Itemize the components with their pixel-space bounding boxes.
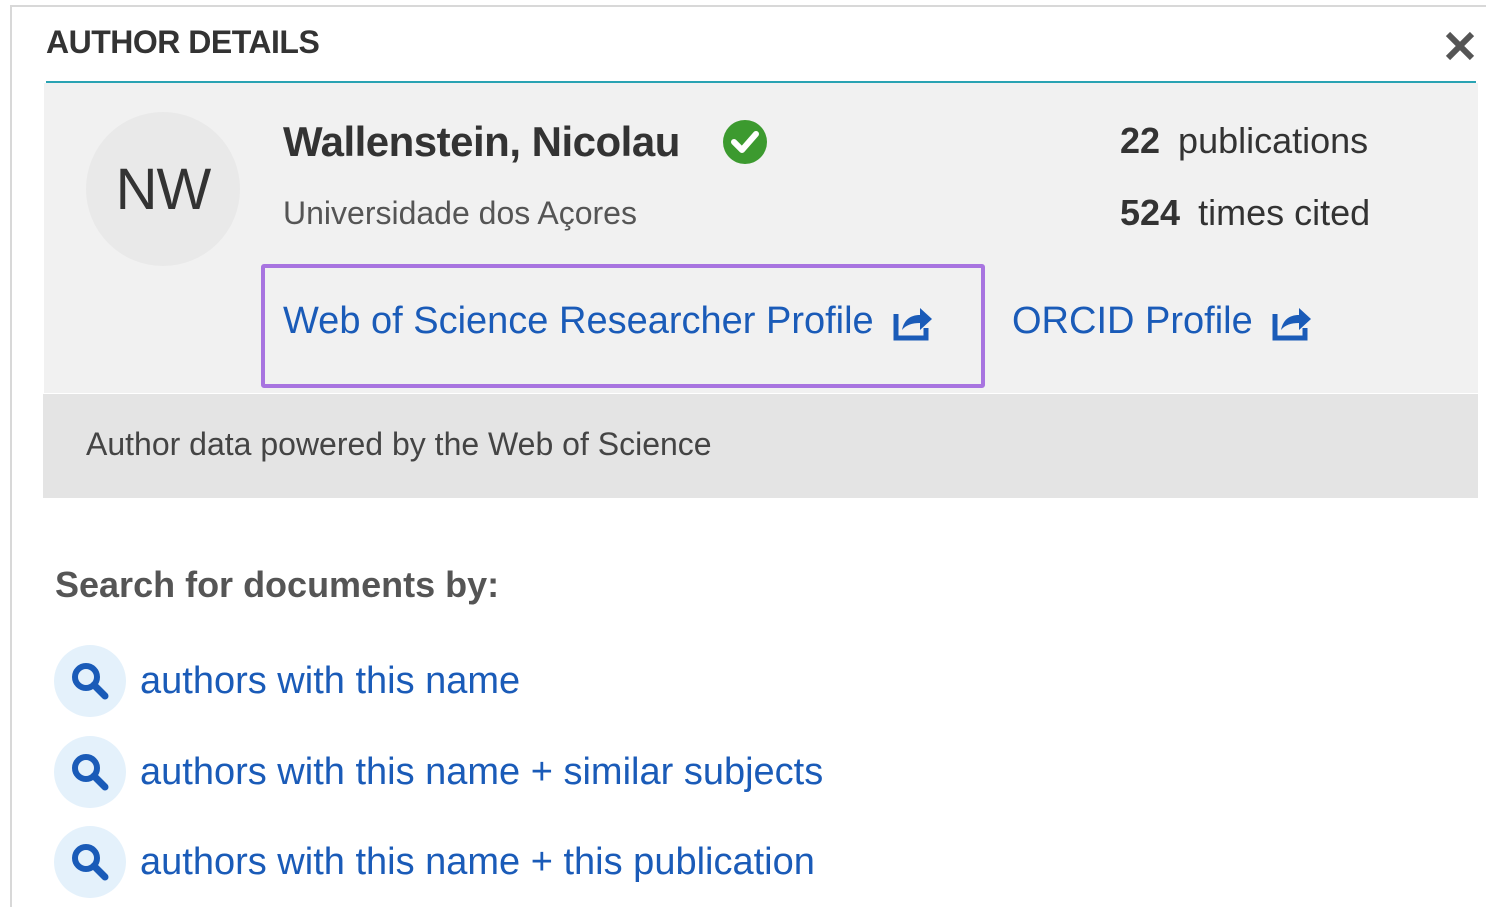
panel-title: AUTHOR DETAILS [46,24,320,60]
search-icon-circle[interactable] [54,736,126,808]
search-icon-circle[interactable] [54,826,126,898]
publications-stat: 22 publications [1120,120,1368,162]
search-item-label[interactable]: authors with this name + this publicatio… [140,841,815,884]
publications-count: 22 [1120,120,1161,161]
search-item-label[interactable]: authors with this name + similar subject… [140,751,823,794]
close-button[interactable] [1440,22,1480,68]
wos-profile-label[interactable]: Web of Science Researcher Profile [283,300,874,343]
search-icon [72,663,109,700]
wos-researcher-profile-link[interactable]: Web of Science Researcher Profile [283,300,934,343]
close-icon[interactable] [1440,22,1480,68]
times-cited-stat: 524 times cited [1120,192,1370,234]
author-name: Wallenstein, Nicolau [283,118,680,165]
cited-label: times cited [1198,192,1371,233]
external-link-icon [1272,307,1311,340]
orcid-profile-link[interactable]: ORCID Profile [1012,300,1313,343]
search-item-label[interactable]: authors with this name [140,660,520,703]
powered-by-text: Author data powered by the Web of Scienc… [86,426,712,462]
avatar: NW [86,112,240,266]
check-circle-icon [723,120,767,164]
search-icon [72,844,109,881]
search-heading: Search for documents by: [55,564,500,605]
search-authors-similar-subjects[interactable]: authors with this name + similar subject… [54,736,823,808]
author-affiliation: Universidade dos Açores [283,195,637,231]
search-authors-with-name[interactable]: authors with this name [54,645,520,717]
cited-count: 524 [1120,192,1181,233]
external-link-icon [893,307,932,340]
orcid-profile-label[interactable]: ORCID Profile [1012,300,1253,343]
search-icon [72,754,109,791]
publications-label: publications [1178,120,1369,161]
search-authors-this-publication[interactable]: authors with this name + this publicatio… [54,826,815,898]
search-icon-circle[interactable] [54,645,126,717]
